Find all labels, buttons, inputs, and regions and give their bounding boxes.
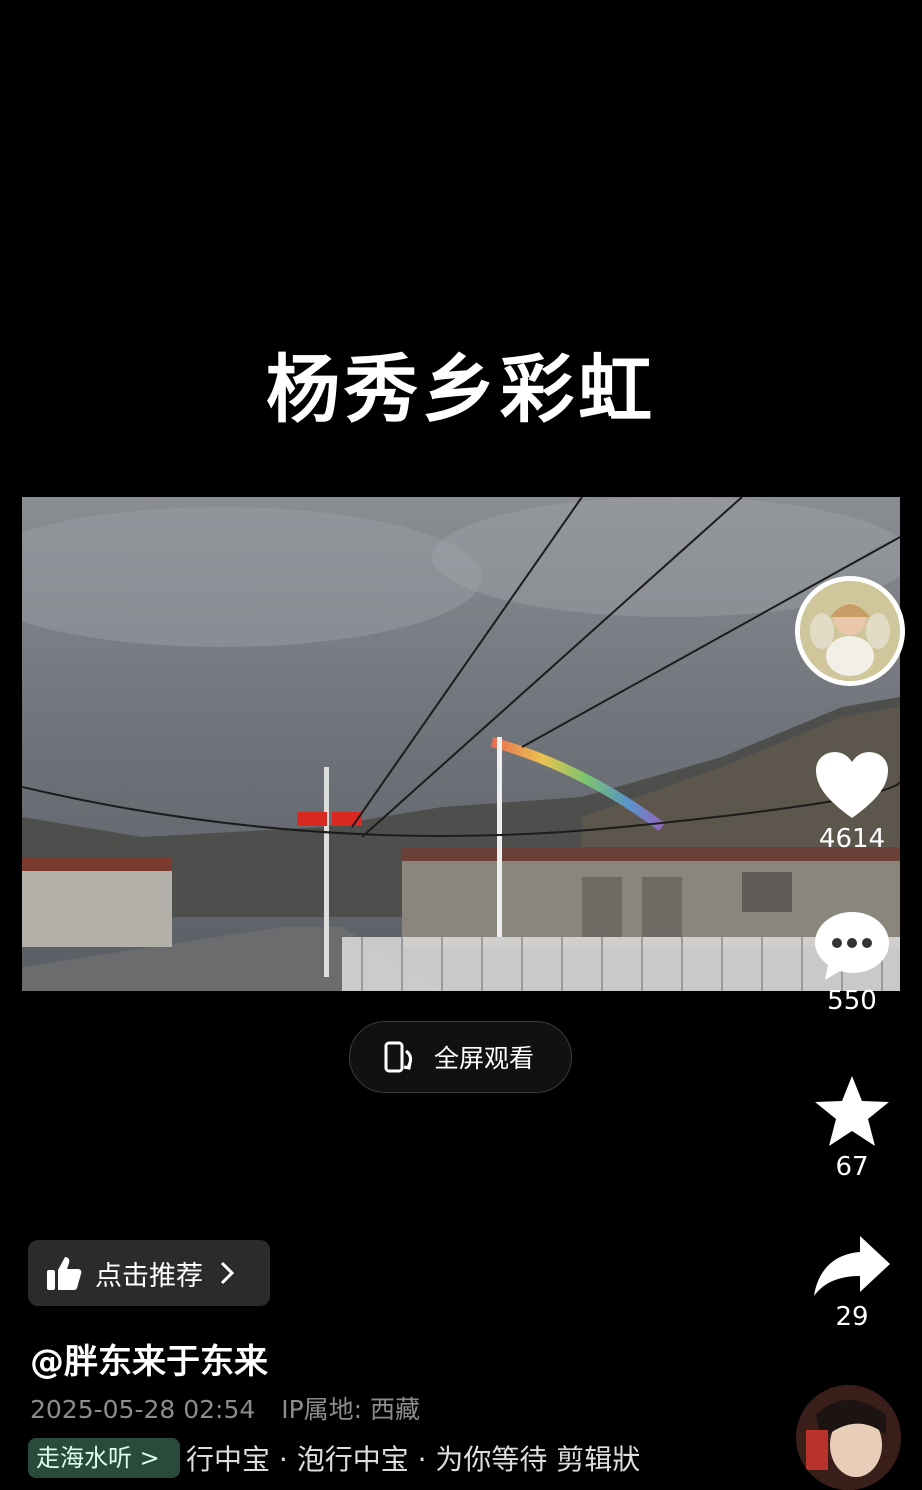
creator-avatar[interactable] <box>795 576 905 686</box>
fullscreen-button[interactable]: 全屏观看 <box>349 1021 572 1093</box>
video-player[interactable] <box>22 497 900 991</box>
like-button[interactable]: 4614 <box>806 750 898 854</box>
recommend-button[interactable]: 点击推荐 <box>28 1240 270 1306</box>
fullscreen-label: 全屏观看 <box>434 1044 535 1073</box>
comment-button[interactable]: 550 <box>806 910 898 1016</box>
heart-icon <box>816 752 888 818</box>
ip-location: IP属地: 西藏 <box>281 1395 421 1424</box>
share-button[interactable]: 29 <box>806 1234 898 1332</box>
recommend-label: 点击推荐 <box>95 1260 203 1292</box>
thumbs-up-icon <box>47 1257 82 1290</box>
share-count: 29 <box>835 1302 869 1332</box>
rotate-phone-icon <box>384 1041 413 1073</box>
like-count: 4614 <box>818 824 886 854</box>
favorite-button[interactable]: 67 <box>806 1074 898 1182</box>
post-meta: 2025-05-28 02:54 IP属地: 西藏 <box>30 1390 420 1426</box>
comment-count: 550 <box>827 986 877 1016</box>
favorite-count: 67 <box>835 1152 869 1182</box>
avatar-image <box>800 581 900 681</box>
chevron-right-icon <box>220 1261 235 1285</box>
music-tag[interactable]: 走海水听 > <box>28 1438 180 1478</box>
star-icon <box>815 1076 889 1146</box>
video-title: 杨秀乡彩虹 <box>266 347 656 433</box>
author-name[interactable]: @胖东来于东来 <box>30 1334 268 1383</box>
share-arrow-icon <box>814 1236 890 1296</box>
comment-bubble-icon <box>815 912 889 980</box>
video-scene-rainbow <box>22 497 900 991</box>
post-datetime: 2025-05-28 02:54 <box>30 1395 256 1424</box>
music-disc-image <box>796 1385 901 1490</box>
music-disc-avatar[interactable] <box>796 1385 901 1490</box>
video-description: 行中宝 · 泡行中宝 · 为你等待 剪辑狀 <box>186 1443 641 1476</box>
